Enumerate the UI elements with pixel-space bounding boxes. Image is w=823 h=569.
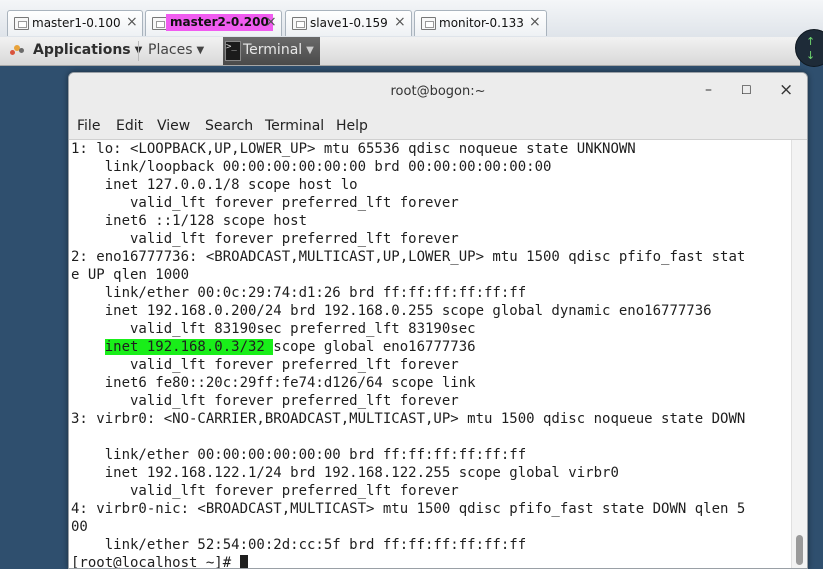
terminal-line: valid_lft forever preferred_lft forever: [71, 483, 459, 499]
terminal-line: valid_lft 83190sec preferred_lft 83190se…: [71, 321, 476, 337]
vm-tab-slave1[interactable]: slave1-0.159 ×: [285, 10, 412, 36]
maximize-button[interactable]: ☐: [741, 83, 752, 97]
terminal-icon: >_: [225, 41, 241, 61]
vm-tab-label: monitor-0.133: [439, 16, 524, 30]
text-cursor: [239, 555, 248, 568]
terminal-line: valid_lft forever preferred_lft forever: [71, 393, 459, 409]
vm-tab-label: master1-0.100: [32, 16, 121, 30]
applications-menu[interactable]: Applications▼: [33, 42, 142, 58]
prompt-line[interactable]: [root@localhost ~]#: [71, 554, 248, 569]
vm-tab-master1[interactable]: master1-0.100 ×: [7, 10, 143, 36]
vm-tab-label: slave1-0.159: [310, 16, 388, 30]
terminal-line: valid_lft forever preferred_lft forever: [71, 231, 459, 247]
terminal-line: 00: [71, 519, 88, 535]
places-menu[interactable]: Places ▼: [148, 42, 204, 58]
vm-icon: [421, 17, 436, 30]
terminal-line: link/ether 00:0c:29:74:d1:26 brd ff:ff:f…: [71, 285, 527, 301]
arrow-down-icon[interactable]: ↓: [806, 50, 815, 61]
terminal-line: 3: virbr0: <NO-CARRIER,BROADCAST,MULTICA…: [71, 411, 746, 427]
vm-tab-monitor[interactable]: monitor-0.133 ×: [414, 10, 547, 36]
terminal-line: link/ether 52:54:00:2d:cc:5f brd ff:ff:f…: [71, 537, 527, 553]
vm-icon: [292, 17, 307, 30]
close-icon[interactable]: ×: [265, 14, 277, 30]
applications-label: Applications: [33, 42, 131, 58]
close-icon[interactable]: ×: [529, 14, 541, 30]
window-title: root@bogon:~: [390, 84, 486, 99]
gnome-foot-icon: [10, 44, 24, 58]
terminal-line: 2: eno16777736: <BROADCAST,MULTICAST,UP,…: [71, 249, 746, 265]
terminal-taskbar-label: Terminal ▼: [243, 42, 314, 58]
terminal-label: Terminal: [243, 42, 303, 58]
vip-rest: scope global eno16777736: [273, 339, 476, 355]
terminal-line: e UP qlen 1000: [71, 267, 190, 283]
arrow-up-icon[interactable]: ↑: [806, 36, 815, 47]
gnome-top-bar: Applications▼ Places▼: [0, 37, 800, 66]
close-button[interactable]: ×: [779, 82, 793, 99]
terminal-line: inet 192.168.0.200/24 brd 192.168.0.255 …: [71, 303, 712, 319]
terminal-output[interactable]: 1: lo: <LOOPBACK,UP,LOWER_UP> mtu 65536 …: [69, 140, 791, 569]
vm-icon: [14, 17, 29, 30]
terminal-scrollbar[interactable]: [791, 140, 807, 568]
window-titlebar[interactable]: root@bogon:~ – ☐ ×: [69, 73, 807, 112]
terminal-line: inet6 fe80::20c:29ff:fe74:d126/64 scope …: [71, 375, 476, 391]
terminal-line: inet6 ::1/128 scope host: [71, 213, 308, 229]
vip-line: inet 192.168.0.3/32 scope global eno1677…: [71, 338, 476, 356]
caret-down-icon: ▼: [196, 45, 205, 56]
terminal-line: 1: lo: <LOOPBACK,UP,LOWER_UP> mtu 65536 …: [71, 141, 636, 157]
menu-bar: File Edit View Search Terminal Help: [69, 111, 807, 140]
menu-view[interactable]: View: [157, 118, 190, 134]
terminal-line: inet 192.168.122.1/24 brd 192.168.122.25…: [71, 465, 619, 481]
terminal-line: inet 127.0.0.1/8 scope host lo: [71, 177, 358, 193]
close-icon[interactable]: ×: [126, 14, 138, 30]
terminal-line: valid_lft forever preferred_lft forever: [71, 357, 459, 373]
caret-down-icon: ▼: [306, 45, 314, 56]
places-label: Places: [148, 42, 193, 58]
menu-edit[interactable]: Edit: [116, 118, 143, 134]
minimize-button[interactable]: –: [705, 83, 712, 97]
separator: [138, 41, 139, 61]
menu-terminal[interactable]: Terminal: [265, 118, 324, 134]
terminal-line: link/loopback 00:00:00:00:00:00 brd 00:0…: [71, 159, 552, 175]
vm-tab-label: master2-0.200: [166, 14, 273, 31]
menu-help[interactable]: Help: [336, 118, 368, 134]
scrollbar-thumb[interactable]: [796, 535, 803, 565]
close-icon[interactable]: ×: [394, 14, 406, 30]
menu-file[interactable]: File: [77, 118, 100, 134]
vm-tab-master2[interactable]: master2-0.200 ×: [145, 10, 282, 36]
terminal-line: link/ether 00:00:00:00:00:00 brd ff:ff:f…: [71, 447, 527, 463]
vm-icon: [152, 17, 167, 30]
terminal-window: root@bogon:~ – ☐ × File Edit View Search…: [68, 72, 808, 569]
terminal-taskbar-button[interactable]: >_ Terminal ▼: [223, 37, 320, 65]
vip-highlight: inet 192.168.0.3/32: [104, 339, 274, 355]
menu-search[interactable]: Search: [205, 118, 253, 134]
vm-tab-strip: master1-0.100 × master2-0.200 × slave1-0…: [0, 0, 823, 38]
terminal-line: 4: virbr0-nic: <BROADCAST,MULTICAST> mtu…: [71, 501, 746, 517]
terminal-line: valid_lft forever preferred_lft forever: [71, 195, 459, 211]
shell-prompt: [root@localhost ~]#: [71, 555, 240, 569]
